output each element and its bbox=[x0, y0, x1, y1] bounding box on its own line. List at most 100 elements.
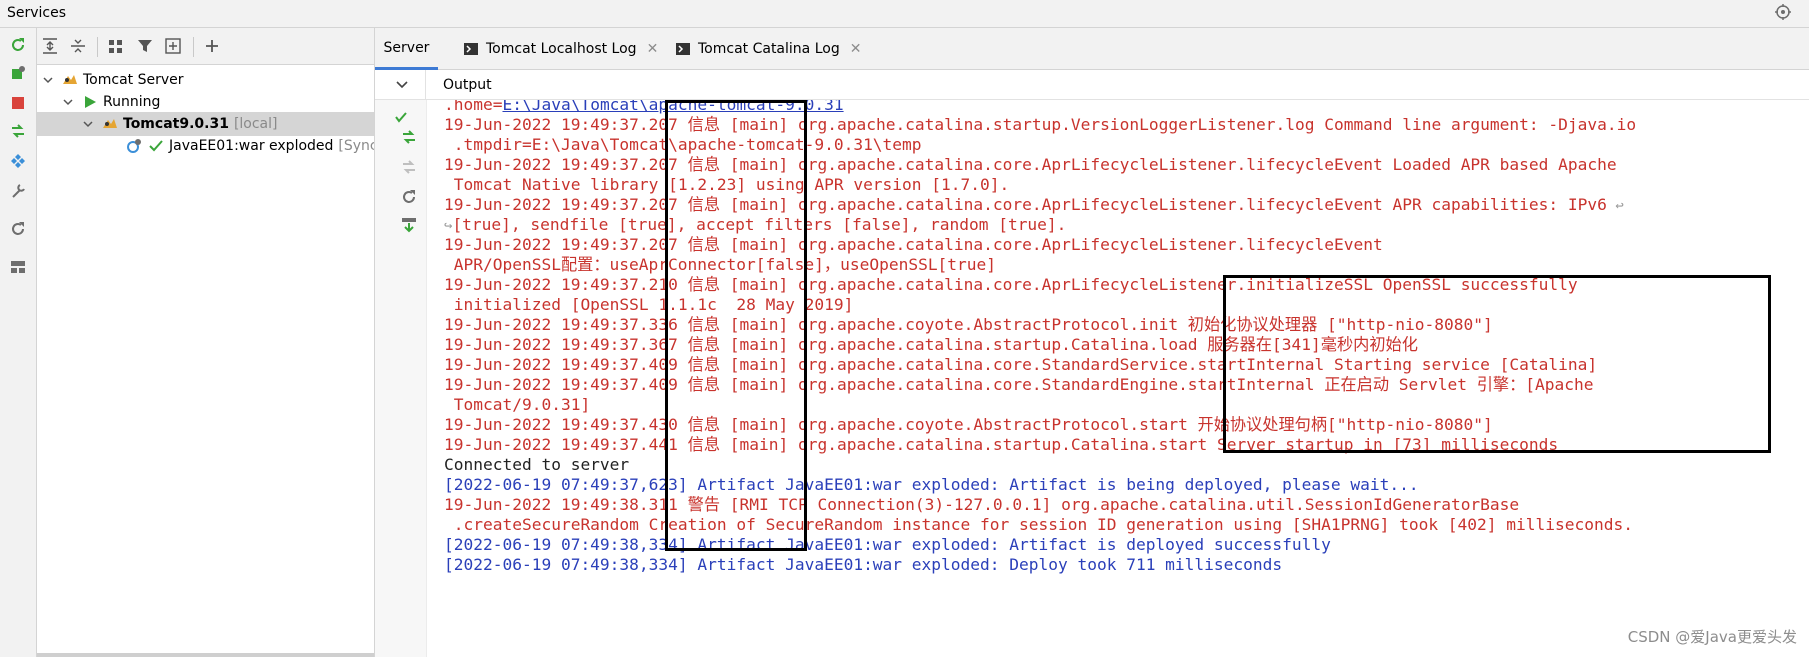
log-text: .home= bbox=[444, 100, 503, 114]
log-line: .createSecureRandom Creation of SecureRa… bbox=[444, 514, 1633, 536]
output-header: Output bbox=[375, 70, 1809, 100]
log-line: 19-Jun-2022 19:49:37.207 信息 [main] org.a… bbox=[444, 234, 1383, 256]
tree-node-label: Running bbox=[103, 94, 161, 110]
console-gutter bbox=[375, 100, 427, 657]
log-line: 19-Jun-2022 19:49:37.336 信息 [main] org.a… bbox=[444, 314, 1493, 336]
chevron-down-icon[interactable] bbox=[395, 78, 409, 92]
add-icon[interactable] bbox=[203, 37, 221, 55]
toolbar-divider bbox=[193, 37, 194, 57]
services-tree-panel: Tomcat Server Running Tomcat9.0.31 [loca… bbox=[37, 28, 375, 657]
log-text: 19-Jun-2022 19:49:37.207 信息 [main] org.a… bbox=[444, 235, 1383, 254]
redeploy-icon[interactable] bbox=[400, 128, 418, 146]
log-text: 19-Jun-2022 19:49:37.210 信息 [main] org.a… bbox=[444, 275, 1578, 294]
log-line: Connected to server bbox=[444, 454, 629, 476]
tree-node-label: Tomcat9.0.31 bbox=[123, 116, 229, 132]
artifact-deploy-icon bbox=[125, 137, 143, 155]
tab-bar: Server Tomcat Localhost Log ✕ Tomcat Cat… bbox=[375, 28, 1809, 70]
soft-wrap-icon: ↩ bbox=[1615, 198, 1624, 214]
log-line: 19-Jun-2022 19:49:37.207 信息 [main] org.a… bbox=[444, 114, 1636, 136]
refresh-icon[interactable] bbox=[400, 188, 418, 206]
expand-all-icon[interactable] bbox=[41, 37, 59, 55]
close-icon[interactable]: ✕ bbox=[850, 41, 862, 57]
log-text: [2022-06-19 07:49:37,623] Artifact JavaE… bbox=[444, 475, 1419, 494]
log-text: 19-Jun-2022 19:49:37.336 信息 [main] org.a… bbox=[444, 315, 1493, 334]
tab-server[interactable]: Server bbox=[375, 28, 438, 70]
header-divider bbox=[425, 70, 426, 100]
tab-label: Tomcat Catalina Log bbox=[698, 41, 840, 57]
log-text: 19-Jun-2022 19:49:37.207 信息 [main] org.a… bbox=[444, 115, 1637, 134]
log-line: 19-Jun-2022 19:49:38.311 警告 [RMI TCP Con… bbox=[444, 494, 1519, 516]
log-text: 19-Jun-2022 19:49:37.207 信息 [main] org.a… bbox=[444, 155, 1617, 174]
log-text: 19-Jun-2022 19:49:37.409 信息 [main] org.a… bbox=[444, 355, 1598, 374]
log-text: 19-Jun-2022 19:49:37.430 信息 [main] org.a… bbox=[444, 415, 1493, 434]
tree-node-label: Tomcat Server bbox=[83, 72, 184, 88]
log-text: 19-Jun-2022 19:49:37.207 信息 [main] org.a… bbox=[444, 195, 1607, 214]
tab-label: Server bbox=[383, 39, 430, 56]
log-text: initialized [OpenSSL 1.1.1c 28 May 2019] bbox=[444, 295, 854, 314]
tree-node-status: [Sync bbox=[338, 138, 375, 154]
log-line: Tomcat/9.0.31] bbox=[444, 394, 590, 416]
run-icon bbox=[81, 93, 99, 111]
log-icon bbox=[676, 43, 690, 55]
tree-node-running[interactable]: Running bbox=[37, 90, 160, 114]
group-icon[interactable] bbox=[107, 37, 125, 55]
log-line: [2022-06-19 07:49:37,623] Artifact JavaE… bbox=[444, 474, 1419, 496]
chevron-down-icon[interactable] bbox=[61, 95, 75, 109]
settings-wrench-icon[interactable] bbox=[9, 182, 27, 200]
update-disabled-icon[interactable] bbox=[400, 158, 418, 176]
layout-icon[interactable] bbox=[9, 258, 27, 276]
update-icon[interactable] bbox=[9, 122, 27, 140]
tomcat-icon bbox=[101, 115, 119, 133]
new-group-icon[interactable] bbox=[165, 37, 183, 55]
log-text: Tomcat/9.0.31] bbox=[444, 395, 591, 414]
log-line: initialized [OpenSSL 1.1.1c 28 May 2019] bbox=[444, 294, 854, 316]
horizontal-scrollbar[interactable] bbox=[37, 653, 374, 657]
log-text: [2022-06-19 07:49:38,334] Artifact JavaE… bbox=[444, 555, 1283, 574]
refresh-icon[interactable] bbox=[9, 220, 27, 238]
log-line: 19-Jun-2022 19:49:37.441 信息 [main] org.a… bbox=[444, 434, 1558, 456]
artifact-icon[interactable] bbox=[9, 152, 27, 170]
rerun-icon[interactable] bbox=[9, 36, 27, 54]
log-line: Tomcat Native library [1.2.23] using APR… bbox=[444, 174, 1010, 196]
log-text: [true], sendfile [true], accept filters … bbox=[452, 215, 1067, 234]
tab-tomcat-catalina-log[interactable]: Tomcat Catalina Log ✕ bbox=[676, 28, 861, 70]
deploy-icon[interactable] bbox=[9, 64, 27, 82]
chevron-down-icon[interactable] bbox=[81, 117, 95, 131]
log-line: .tmpdir=E:\Java\Tomcat\apache-tomcat-9.0… bbox=[444, 134, 922, 156]
tree-node-tag: [local] bbox=[233, 116, 278, 132]
log-line: 19-Jun-2022 19:49:37.367 信息 [main] org.a… bbox=[444, 334, 1418, 356]
scroll-to-end-icon[interactable] bbox=[400, 216, 418, 234]
log-text: .tmpdir=E:\Java\Tomcat\apache-tomcat-9.0… bbox=[444, 135, 922, 154]
check-icon bbox=[147, 137, 165, 155]
log-text: Connected to server bbox=[444, 455, 630, 474]
log-line: [2022-06-19 07:49:38,334] Artifact JavaE… bbox=[444, 534, 1331, 556]
tab-tomcat-localhost-log[interactable]: Tomcat Localhost Log ✕ bbox=[464, 28, 658, 70]
path-link[interactable]: E:\Java\Tomcat\apache-tomcat-9.0.31 bbox=[502, 100, 843, 114]
output-label: Output bbox=[443, 77, 492, 93]
console-output[interactable]: .home=E:\Java\Tomcat\apache-tomcat-9.0.3… bbox=[427, 100, 1809, 657]
log-line: 19-Jun-2022 19:49:37.207 信息 [main] org.a… bbox=[444, 194, 1624, 216]
log-text: APR/OpenSSL配置：useAprConnector[false]，use… bbox=[444, 255, 997, 274]
tree-node-tomcat-server[interactable]: Tomcat Server bbox=[37, 68, 184, 92]
log-text: 19-Jun-2022 19:49:37.367 信息 [main] org.a… bbox=[444, 335, 1418, 354]
tree-node-artifact[interactable]: JavaEE01:war exploded [Sync bbox=[37, 134, 375, 158]
log-line: APR/OpenSSL配置：useAprConnector[false]，use… bbox=[444, 254, 996, 276]
tomcat-icon bbox=[61, 71, 79, 89]
toolbar-divider bbox=[97, 37, 98, 57]
log-text: 19-Jun-2022 19:49:38.311 警告 [RMI TCP Con… bbox=[444, 495, 1520, 514]
check-icon bbox=[392, 108, 410, 126]
gear-icon[interactable] bbox=[1775, 4, 1791, 20]
log-text: [2022-06-19 07:49:38,334] Artifact JavaE… bbox=[444, 535, 1331, 554]
tree-toolbar bbox=[37, 28, 374, 65]
log-icon bbox=[464, 43, 478, 55]
log-line: 19-Jun-2022 19:49:37.409 信息 [main] org.a… bbox=[444, 374, 1594, 396]
collapse-all-icon[interactable] bbox=[69, 37, 87, 55]
close-icon[interactable]: ✕ bbox=[647, 41, 659, 57]
services-toolstrip bbox=[0, 28, 37, 657]
chevron-down-icon[interactable] bbox=[41, 73, 55, 87]
filter-icon[interactable] bbox=[136, 37, 154, 55]
tree-node-tomcat-instance[interactable]: Tomcat9.0.31 [local] bbox=[37, 112, 374, 136]
stop-icon[interactable] bbox=[9, 94, 27, 112]
log-line: 19-Jun-2022 19:49:37.409 信息 [main] org.a… bbox=[444, 354, 1597, 376]
run-console-area: Server Tomcat Localhost Log ✕ Tomcat Cat… bbox=[375, 28, 1809, 657]
